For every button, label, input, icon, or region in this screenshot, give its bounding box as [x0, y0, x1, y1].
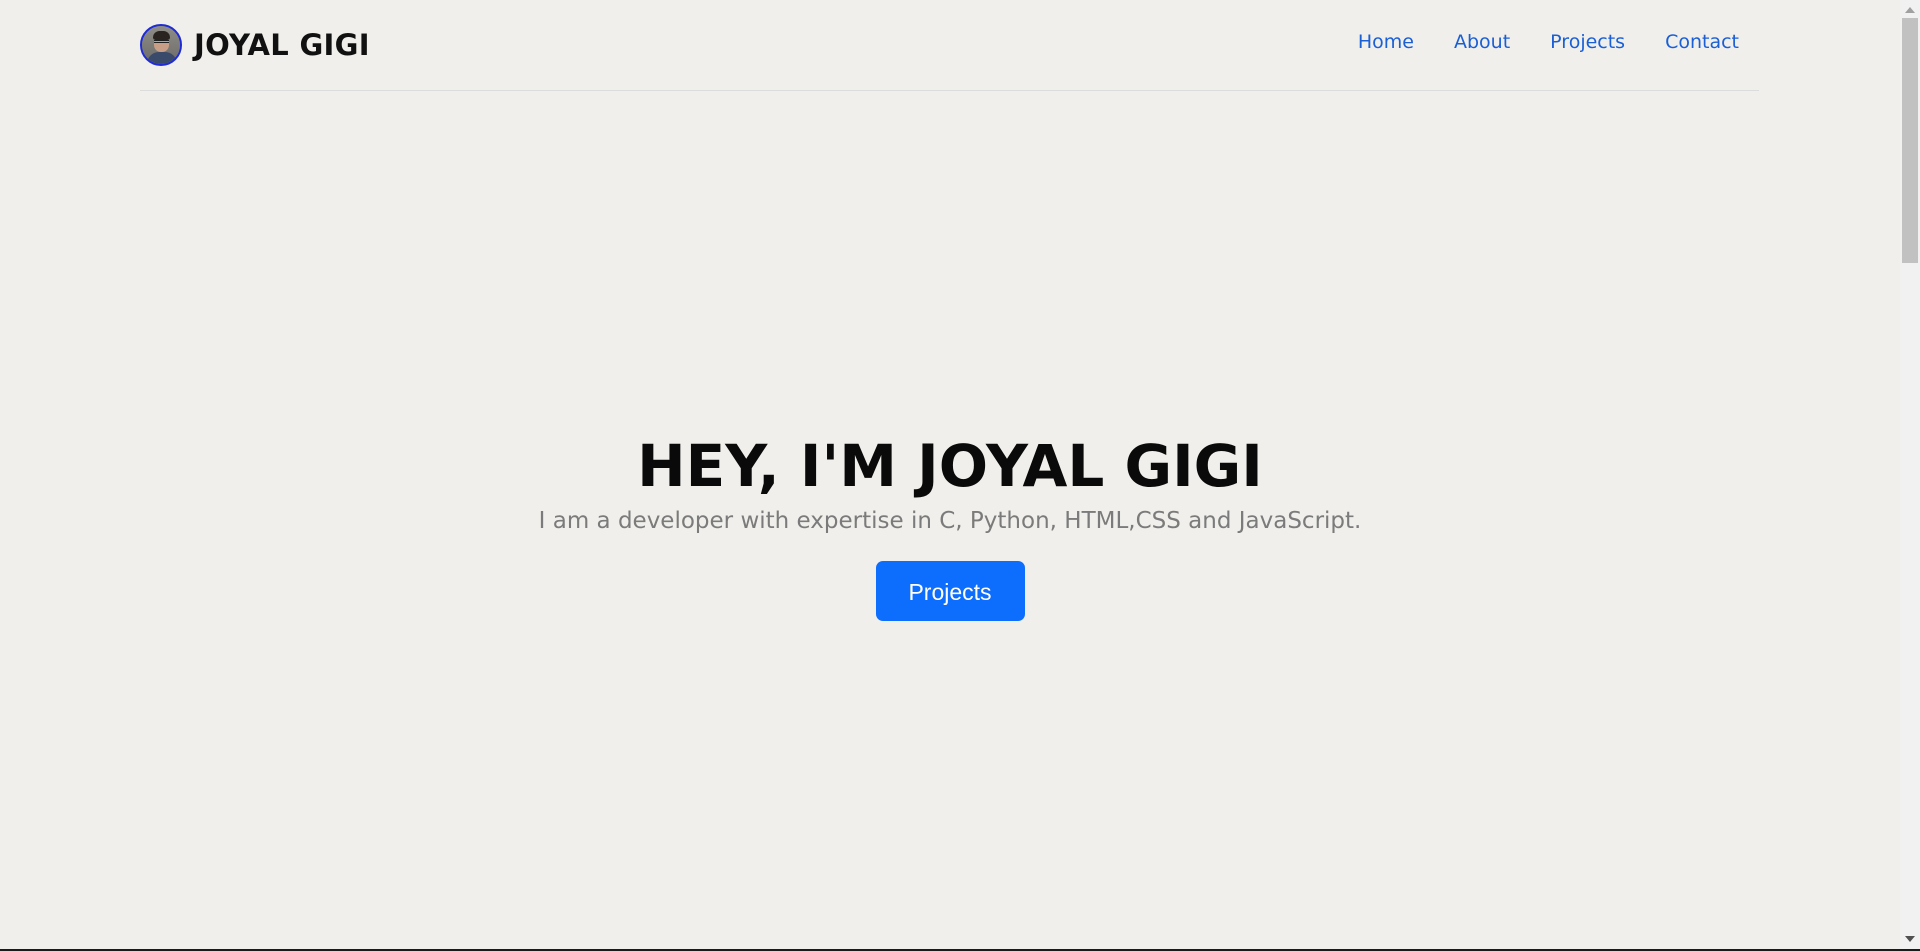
site-header: JOYAL GIGI Home About Projects Contact: [140, 0, 1759, 91]
scroll-thumb[interactable]: [1902, 18, 1918, 263]
projects-button[interactable]: Projects: [875, 561, 1025, 621]
hero-title: HEY, I'M JOYAL GIGI: [637, 432, 1263, 500]
nav-link-about[interactable]: About: [1454, 31, 1510, 53]
brand-name: JOYAL GIGI: [194, 28, 370, 62]
scroll-up-arrow-icon[interactable]: [1905, 7, 1915, 13]
main-nav: Home About Projects Contact: [1358, 31, 1739, 53]
hero-section: HEY, I'M JOYAL GIGI I am a developer wit…: [0, 430, 1900, 621]
nav-link-projects[interactable]: Projects: [1550, 31, 1625, 53]
brand[interactable]: JOYAL GIGI: [140, 20, 370, 70]
nav-link-home[interactable]: Home: [1358, 31, 1414, 53]
hero-subtitle: I am a developer with expertise in C, Py…: [538, 508, 1362, 534]
vertical-scrollbar[interactable]: [1900, 0, 1920, 949]
page-viewport: JOYAL GIGI Home About Projects Contact H…: [0, 0, 1900, 949]
nav-link-contact[interactable]: Contact: [1665, 31, 1739, 53]
scroll-down-arrow-icon[interactable]: [1905, 936, 1915, 942]
avatar: [140, 24, 182, 66]
